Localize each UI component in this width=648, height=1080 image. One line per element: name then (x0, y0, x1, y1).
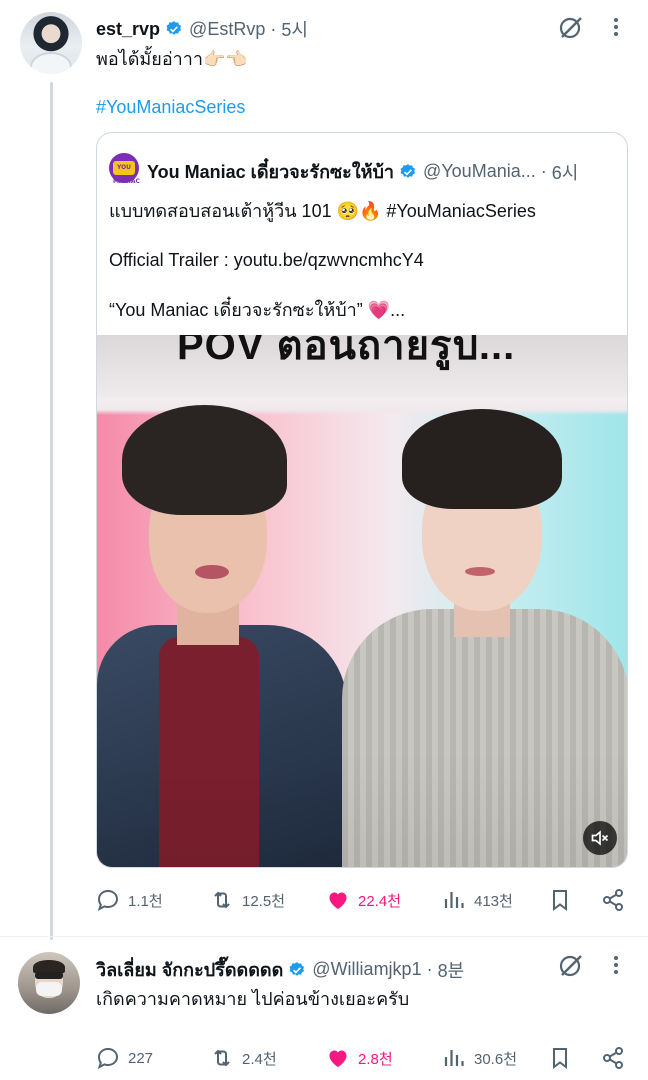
retweet-icon (214, 891, 230, 909)
reply-icon (97, 1047, 119, 1069)
tweet-text: พอได้มั้ยอ่าาา👉🏻👈🏻 (96, 49, 248, 69)
reply-header: วิลเลี่ยม จักกะปรึ๊ดดดดด @Williamjkp1 · … (96, 955, 464, 984)
reply-button[interactable]: 1.1천 (96, 888, 163, 912)
reply-count: 1.1천 (128, 892, 163, 910)
bookmark-button[interactable] (548, 888, 572, 912)
hashtag-link[interactable]: #YouManiacSeries (96, 94, 245, 120)
reply-count: 227 (128, 1049, 154, 1067)
views-count: 413천 (474, 892, 513, 910)
avatar[interactable] (18, 952, 80, 1014)
views-button[interactable]: 30.6천 (442, 1046, 517, 1070)
quote-avatar[interactable]: YOU MANIAC (109, 153, 140, 185)
separator-dot: · (426, 959, 433, 979)
bookmark-icon (553, 890, 567, 911)
reply-text: เกิดความคาดหมาย ไปค่อนข้างเยอะครับ (96, 989, 410, 1009)
more-icon[interactable] (606, 954, 626, 976)
verified-icon (166, 21, 182, 35)
tweet-top-icons (558, 14, 626, 40)
bookmark-button[interactable] (548, 1046, 572, 1070)
like-button[interactable]: 2.8천 (326, 1046, 393, 1070)
author-name[interactable]: วิลเลี่ยม จักกะปรึ๊ดดดดด (96, 955, 283, 984)
reply-top-icons (558, 952, 626, 978)
quote-text-line-2: Official Trailer : youtu.be/qzwvncmhcY4 (109, 250, 424, 270)
quote-header: You Maniac เดี๋ยวจะรักซะให้บ้า @YouMania… (147, 157, 578, 186)
author-handle[interactable]: @EstRvp (189, 19, 265, 40)
avatar[interactable] (20, 12, 82, 74)
share-icon (603, 889, 623, 911)
timestamp[interactable]: 5시 (281, 16, 308, 42)
like-button[interactable]: 22.4천 (326, 888, 401, 912)
retweet-button[interactable]: 12.5천 (210, 888, 285, 912)
mute-icon[interactable] (583, 821, 617, 855)
share-button[interactable] (601, 1046, 625, 1070)
separator-dot: · (270, 18, 277, 39)
views-icon (444, 1050, 464, 1066)
reply-button[interactable]: 227 (96, 1046, 153, 1070)
grok-icon[interactable] (558, 14, 584, 40)
divider (0, 936, 648, 937)
thread-line (50, 82, 53, 940)
quote-video[interactable]: POV ตอนถ่ายรูป... (97, 335, 627, 867)
quote-author-name: You Maniac เดี๋ยวจะรักซะให้บ้า (147, 162, 395, 182)
like-icon (329, 892, 347, 909)
video-caption: POV ตอนถ่ายรูป... (177, 335, 516, 368)
quote-author-handle: @YouMania... (423, 161, 536, 181)
quoted-tweet-card[interactable]: YOU MANIAC You Maniac เดี๋ยวจะรักซะให้บ้… (96, 132, 628, 868)
views-count: 30.6천 (474, 1050, 517, 1068)
quote-avatar-logo: YOU MANIAC (113, 161, 140, 185)
tweet-header: est_rvp @EstRvp · 5시 (96, 16, 308, 42)
retweet-icon (214, 1049, 230, 1067)
author-name[interactable]: est_rvp (96, 19, 160, 40)
retweet-button[interactable]: 2.4천 (210, 1046, 277, 1070)
bookmark-icon (553, 1048, 567, 1069)
verified-icon (400, 163, 416, 178)
views-button[interactable]: 413천 (442, 888, 513, 912)
timestamp[interactable]: 8분 (438, 957, 465, 983)
verified-icon (289, 961, 305, 976)
reply-icon (97, 889, 119, 911)
share-button[interactable] (601, 888, 625, 912)
quote-text-line-3: “You Maniac เดี๋ยวจะรักซะให้บ้า” 💗... (109, 300, 406, 320)
quote-timestamp: 6시 (551, 162, 579, 183)
like-icon (329, 1050, 347, 1067)
share-icon (603, 1047, 623, 1069)
author-handle[interactable]: @Williamjkp1 (312, 959, 421, 980)
more-icon[interactable] (606, 16, 626, 38)
grok-icon[interactable] (558, 952, 584, 978)
separator-dot: · (540, 161, 547, 181)
quote-text-line-1: แบบทดสอบสอนเต้าหู้วีน 101 🥺🔥 #YouManiacS… (109, 201, 536, 221)
like-count: 22.4천 (358, 892, 401, 910)
views-icon (444, 892, 464, 908)
retweet-count: 12.5천 (242, 892, 285, 910)
like-count: 2.8천 (358, 1050, 393, 1068)
retweet-count: 2.4천 (242, 1050, 277, 1068)
